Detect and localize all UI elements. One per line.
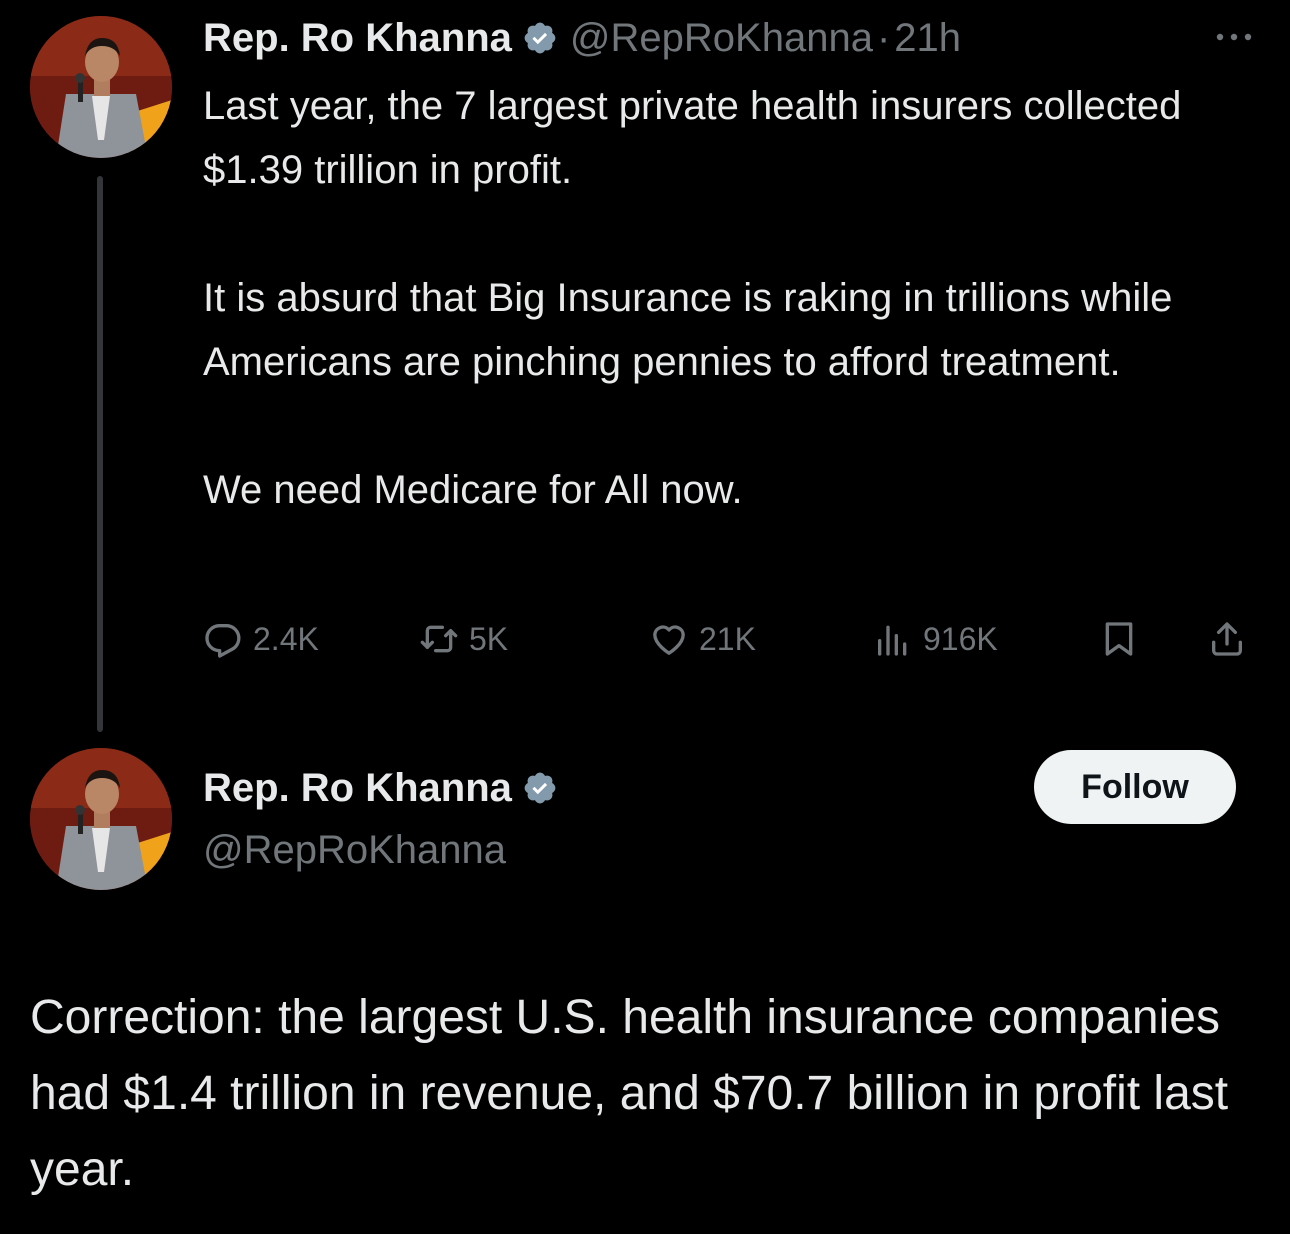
retweet-count: 5K [469, 620, 509, 657]
share-button[interactable] [1207, 612, 1247, 666]
share-icon [1212, 622, 1242, 656]
author-handle[interactable]: @RepRoKhanna [570, 10, 873, 66]
views-button[interactable]: 916K [873, 612, 998, 666]
avatar[interactable] [30, 16, 172, 158]
reply-button[interactable]: 2.4K [203, 612, 319, 666]
verified-badge-icon [522, 770, 558, 806]
like-count: 21K [699, 620, 756, 657]
like-icon [653, 625, 685, 655]
tweet-header: Rep. Ro Khanna @RepRoKhanna · 21h [203, 10, 961, 66]
bookmark-icon [1105, 622, 1133, 656]
tweet-paragraph: We need Medicare for All now. [203, 468, 743, 512]
author-display-name[interactable]: Rep. Ro Khanna [203, 10, 512, 66]
tweet-body: Last year, the 7 largest private health … [203, 74, 1263, 522]
views-icon [878, 625, 907, 656]
reply-icon [205, 623, 241, 658]
tweet-paragraph: It is absurd that Big Insurance is rakin… [203, 276, 1173, 384]
author-handle[interactable]: @RepRoKhanna [203, 822, 506, 878]
separator-dot: · [876, 16, 891, 60]
more-options-icon[interactable] [1212, 30, 1256, 44]
bookmark-button[interactable] [1099, 612, 1139, 666]
author-display-name[interactable]: Rep. Ro Khanna [203, 760, 512, 816]
tweet-paragraph: Last year, the 7 largest private health … [203, 84, 1182, 192]
tweet-timestamp[interactable]: 21h [894, 10, 961, 66]
retweet-icon [420, 625, 458, 653]
avatar-photo [30, 16, 172, 158]
reply-text: Correction: the largest U.S. health insu… [30, 991, 1229, 1196]
thread-line [97, 176, 103, 732]
like-button[interactable]: 21K [649, 612, 756, 666]
follow-button[interactable]: Follow [1034, 750, 1236, 824]
views-count: 916K [923, 620, 998, 657]
verified-badge-icon [522, 20, 558, 56]
tweet-action-bar: 2.4K 5K 21K 916K [203, 612, 1263, 666]
avatar-photo [30, 748, 172, 890]
avatar[interactable] [30, 748, 172, 890]
reply-author-header: Rep. Ro Khanna [203, 760, 570, 816]
retweet-button[interactable]: 5K [419, 612, 508, 666]
reply-count: 2.4K [253, 620, 319, 657]
